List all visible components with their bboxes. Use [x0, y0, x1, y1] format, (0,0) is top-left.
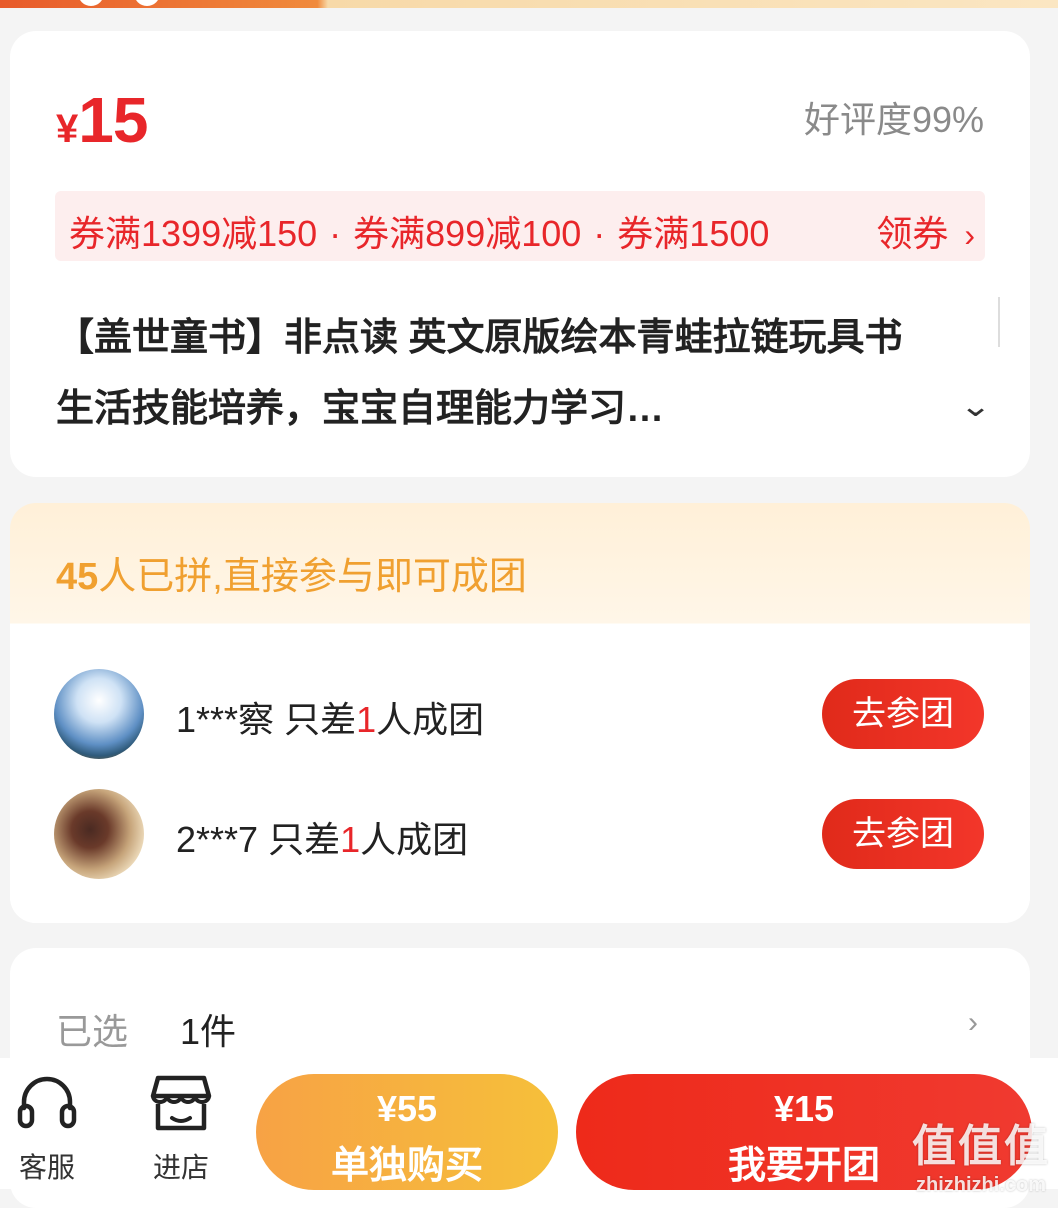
avatar: [54, 789, 144, 879]
carousel-dot: [78, 0, 104, 6]
buy-alone-price: ¥55: [376, 1088, 438, 1129]
group-buy-card: 45人已拼,直接参与即可成团 1***察 只差1人成团 去参团 2***7 只差…: [10, 503, 1030, 923]
currency-symbol: ¥: [56, 107, 79, 151]
selection-value: 1件: [180, 1011, 237, 1052]
group-row: 2***7 只差1人成团 去参团: [10, 789, 1030, 881]
group-row: 1***察 只差1人成团 去参团: [10, 669, 1030, 761]
chevron-right-icon: ›: [964, 217, 975, 253]
product-price: ¥15: [56, 83, 148, 157]
product-title: 【盖世童书】非点读 英文原版绘本青蛙拉链玩具书生活技能培养，宝宝自理能力学习…: [56, 317, 903, 430]
price-card: ¥15 好评度99% 券满1399减150 · 券满899减100 · 券满1500 领…: [10, 31, 1030, 477]
coupon-item: 券满899减100: [353, 213, 582, 254]
chevron-right-icon: ›: [968, 1006, 978, 1039]
group-row-text: 1***察 只差1人成团: [176, 691, 484, 743]
group-user: 1***察: [176, 699, 275, 740]
group-need-prefix: 只差: [284, 699, 357, 740]
top-banner-strip: [0, 0, 1058, 8]
carousel-dot: [134, 0, 160, 6]
get-coupon-label: 领券: [876, 213, 949, 254]
coupon-separator: ·: [593, 213, 606, 254]
store-icon: [150, 1075, 212, 1131]
group-buy-headline: 45人已拼,直接参与即可成团: [56, 545, 527, 600]
watermark-domain: zhizhizhi.com: [916, 1174, 1046, 1196]
group-need-suffix: 人成团: [360, 819, 469, 860]
coupon-item: 券满1399减150: [69, 213, 318, 254]
title-divider: [998, 297, 1000, 347]
coupon-separator: ·: [329, 213, 342, 254]
join-group-button[interactable]: 去参团: [822, 679, 984, 749]
buy-alone-button[interactable]: ¥55 单独购买: [256, 1074, 558, 1190]
bottom-action-bar: 客服 进店 ¥55 单独购买 ¥15 我要开团: [0, 1058, 1058, 1190]
price-value: 15: [78, 84, 148, 156]
selection-label: 已选: [56, 1011, 129, 1052]
customer-service-label: 客服: [18, 1152, 75, 1183]
coupon-bar[interactable]: 券满1399减150 · 券满899减100 · 券满1500 领券 ›: [55, 191, 985, 261]
group-list: 1***察 只差1人成团 去参团 2***7 只差1人成团 去参团: [10, 624, 1030, 923]
chevron-down-icon[interactable]: ⌄: [959, 389, 992, 424]
shop-button[interactable]: 进店: [148, 1074, 214, 1186]
coupon-list: 券满1399减150 · 券满899减100 · 券满1500: [69, 205, 834, 257]
group-headline-text: 人已拼,直接参与即可成团: [98, 556, 527, 598]
group-need-count: 1: [356, 699, 377, 740]
watermark-brand: 值值值: [912, 1122, 1050, 1171]
shop-label: 进店: [152, 1152, 209, 1183]
group-need-count: 1: [340, 819, 361, 860]
group-need-prefix: 只差: [268, 819, 341, 860]
group-need-suffix: 人成团: [376, 699, 485, 740]
group-row-text: 2***7 只差1人成团: [176, 811, 468, 863]
headset-icon: [17, 1076, 77, 1129]
customer-service-button[interactable]: 客服: [14, 1074, 80, 1186]
avatar: [54, 669, 144, 759]
get-coupon-button[interactable]: 领券 ›: [876, 205, 975, 257]
site-watermark: 值值值 zhizhizhi.com: [912, 1110, 1050, 1197]
rating-text: 好评度99%: [803, 99, 984, 140]
group-count: 45: [56, 556, 99, 598]
coupon-item: 券满1500: [617, 213, 770, 254]
group-user: 2***7: [176, 819, 259, 860]
join-group-button[interactable]: 去参团: [822, 799, 984, 869]
buy-alone-label: 单独购买: [330, 1145, 483, 1187]
